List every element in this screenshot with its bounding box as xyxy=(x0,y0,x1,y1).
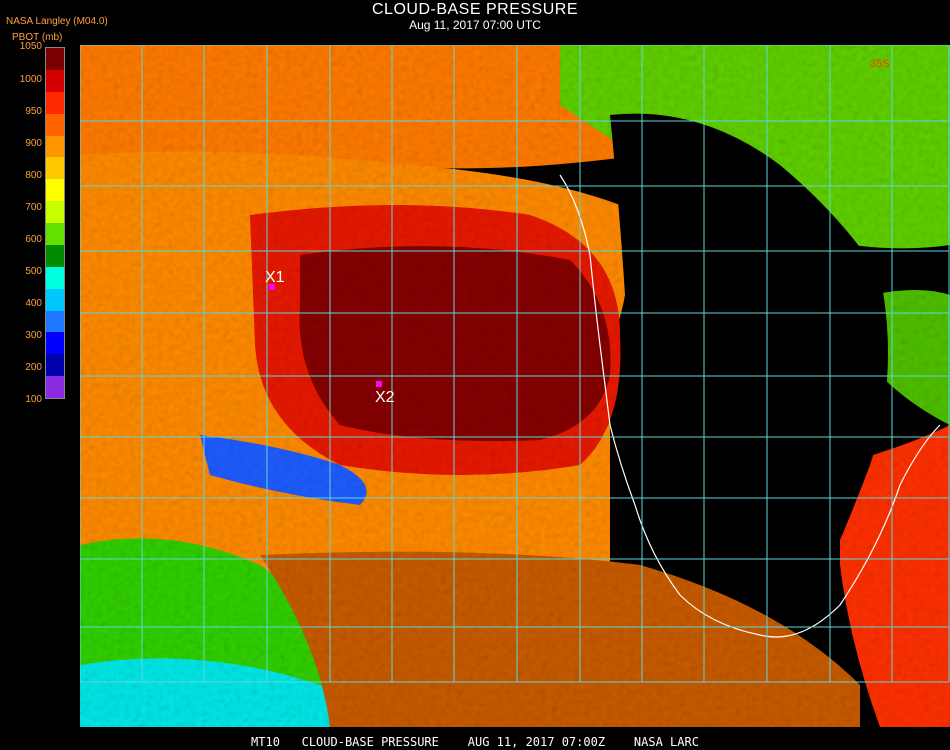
legend-tick: 1050 xyxy=(19,41,42,52)
legend-swatch xyxy=(46,69,64,92)
legend-tick: 500 xyxy=(25,266,42,277)
marker-x1-label: X1 xyxy=(265,269,285,286)
legend-swatch xyxy=(46,91,64,114)
legend-swatch xyxy=(46,354,64,377)
legend-tick: 400 xyxy=(25,298,42,309)
legend-tick: 900 xyxy=(25,138,42,149)
grid-label: 35S xyxy=(870,58,890,70)
map-timestamp: Aug 11, 2017 07:00 UTC xyxy=(409,18,541,32)
legend-swatch xyxy=(46,310,64,333)
legend-tick: 700 xyxy=(25,202,42,213)
marker-x2-label: X2 xyxy=(375,389,395,406)
map-title: CLOUD-BASE PRESSURE xyxy=(372,1,578,18)
legend-swatch xyxy=(46,244,64,267)
legend-swatch xyxy=(46,48,64,70)
legend-tick: 950 xyxy=(25,106,42,117)
legend-tick: 200 xyxy=(25,362,42,373)
legend-tick: 600 xyxy=(25,234,42,245)
grid-label: 35S xyxy=(870,488,890,500)
legend-tick: 300 xyxy=(25,330,42,341)
legend-scale-labels: 1050 1000 950 900 800 700 600 500 400 30… xyxy=(0,0,44,750)
legend-swatch xyxy=(46,113,64,136)
color-legend-bar xyxy=(45,47,65,399)
legend-tick: 800 xyxy=(25,170,42,181)
legend-swatch xyxy=(46,201,64,223)
legend-tick: 100 xyxy=(25,394,42,405)
legend-swatch xyxy=(46,288,64,311)
legend-tick: 1000 xyxy=(19,74,42,85)
marker-x2-dot xyxy=(376,381,382,387)
legend-swatch xyxy=(46,223,64,245)
footer-caption: MT10 CLOUD-BASE PRESSURE AUG 11, 2017 07… xyxy=(251,735,699,749)
legend-swatch xyxy=(46,135,64,158)
legend-swatch xyxy=(46,376,64,398)
legend-swatch xyxy=(46,332,64,355)
cloud-base-pressure-map[interactable]: 35S 35S X1 X2 xyxy=(80,45,950,727)
legend-swatch xyxy=(46,179,64,202)
legend-swatch xyxy=(46,266,64,289)
legend-swatch xyxy=(46,157,64,180)
